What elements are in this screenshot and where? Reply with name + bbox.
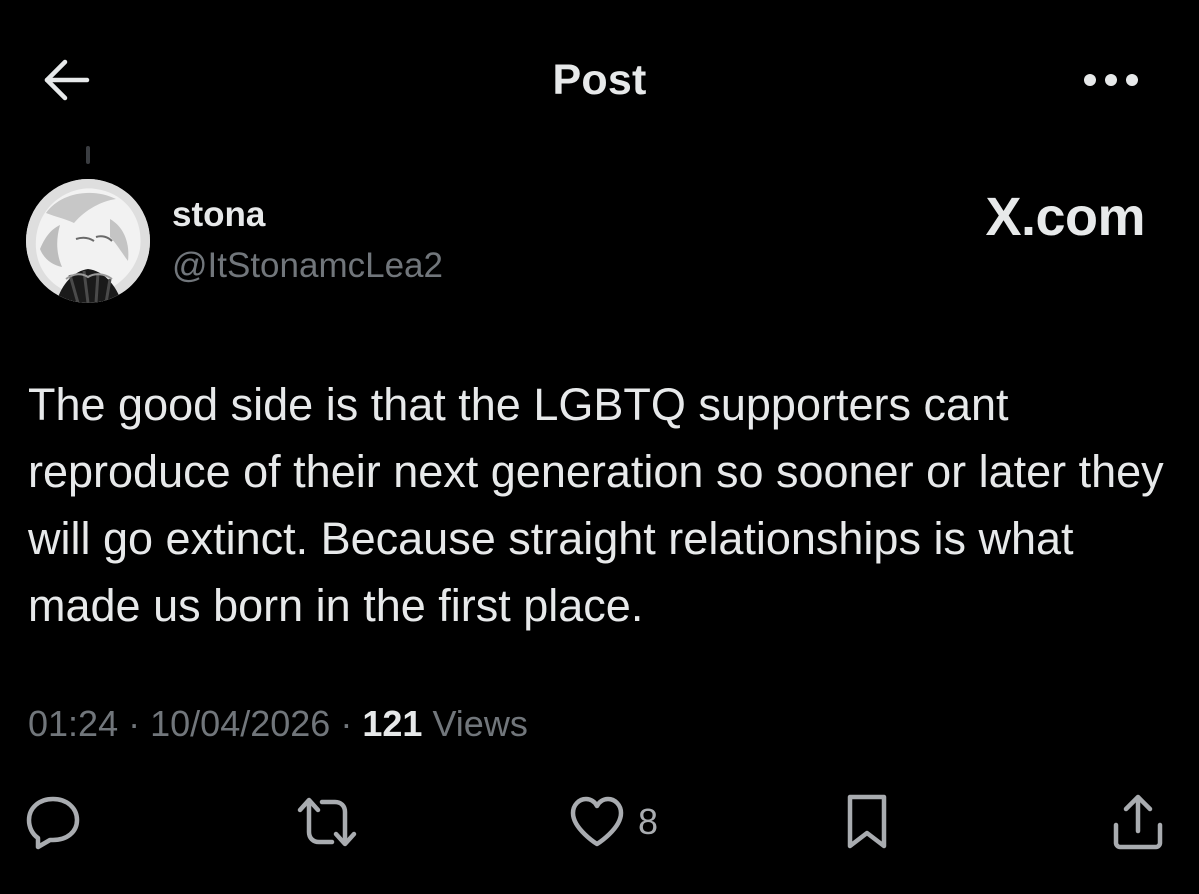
heart-icon <box>568 795 626 849</box>
views-count[interactable]: 121 <box>362 703 422 744</box>
share-button[interactable] <box>1110 790 1166 854</box>
author-block: stona @ItStonamcLea2 <box>172 193 443 289</box>
author-handle[interactable]: @ItStonamcLea2 <box>172 243 443 289</box>
bookmark-button[interactable] <box>842 790 892 854</box>
views-label: Views <box>432 703 528 744</box>
meta-separator: · <box>340 703 353 744</box>
more-horizontal-icon <box>1083 73 1139 92</box>
post-time: 01:24 <box>28 703 119 744</box>
post-date: 10/04/2026 <box>150 703 331 744</box>
like-count: 8 <box>638 801 659 842</box>
reply-button[interactable] <box>24 790 82 854</box>
watermark-x-com: X.com <box>985 187 1145 247</box>
thread-connector-line <box>86 146 90 164</box>
reply-icon <box>24 794 82 850</box>
author-name[interactable]: stona <box>172 193 443 237</box>
more-options-button[interactable] <box>1078 62 1144 102</box>
action-bar: 8 <box>0 790 1199 860</box>
post-text: The good side is that the LGBTQ supporte… <box>28 379 1164 631</box>
avatar[interactable] <box>26 179 150 303</box>
top-bar: Post <box>0 0 1199 160</box>
like-button[interactable]: 8 <box>568 790 658 854</box>
share-icon <box>1110 793 1166 851</box>
bookmark-icon <box>842 793 892 851</box>
meta-separator: · <box>128 703 141 744</box>
repost-button[interactable] <box>296 790 358 854</box>
post-meta: 01:24 · 10/04/2026 · 121 Views <box>28 703 528 745</box>
repost-icon <box>296 794 358 850</box>
page-title: Post <box>552 56 647 104</box>
